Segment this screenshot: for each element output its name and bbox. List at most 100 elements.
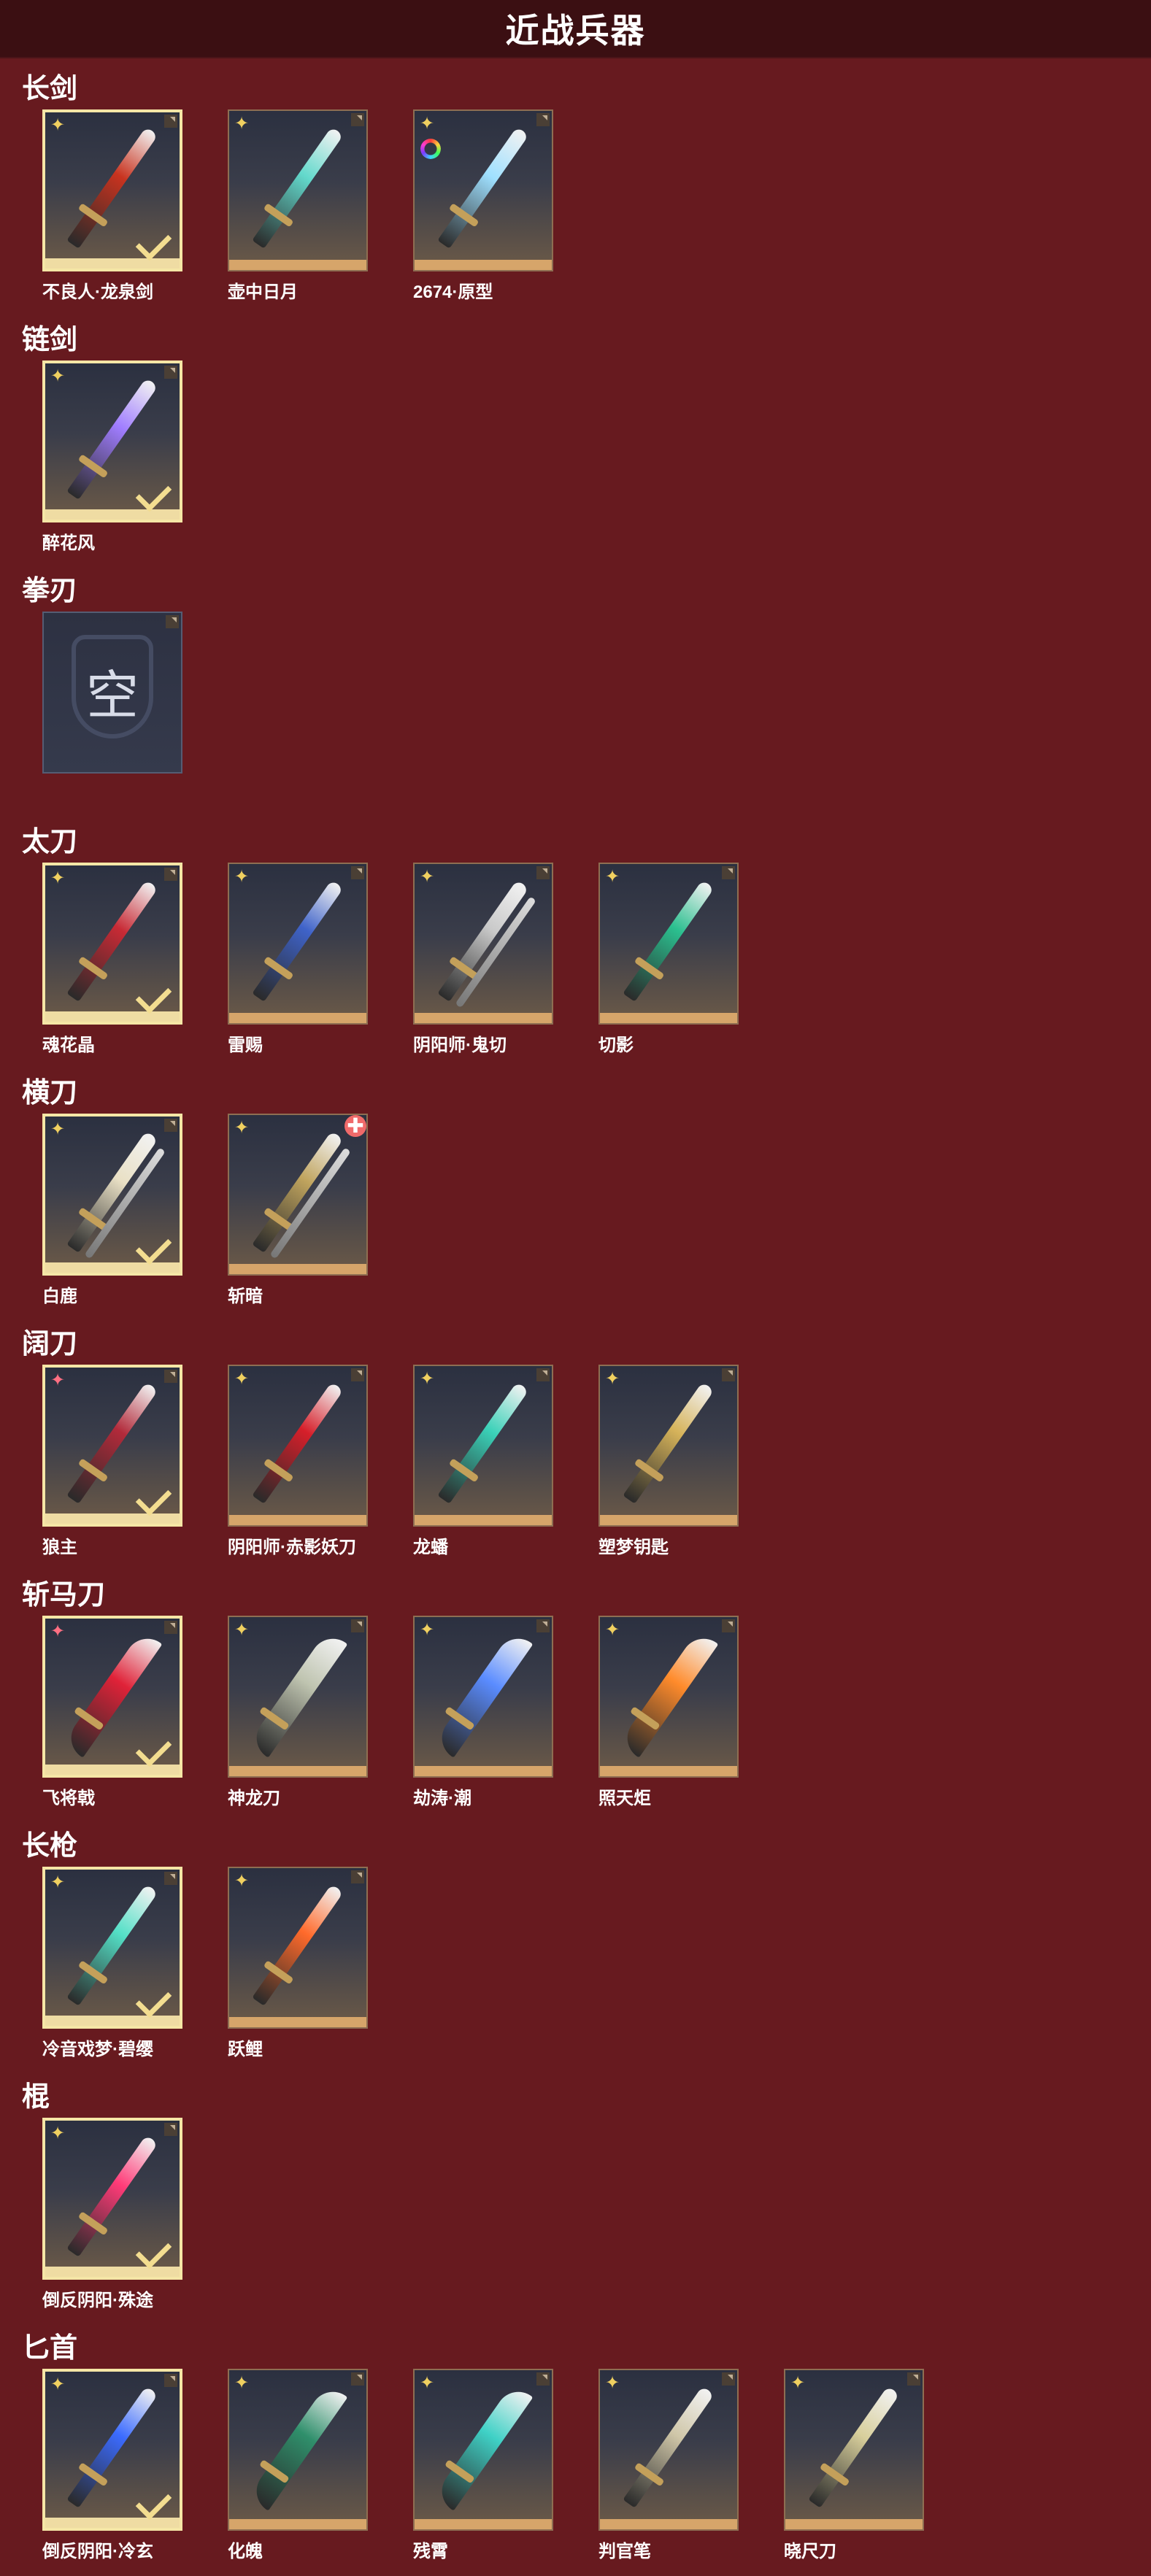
weapon-card[interactable]: ✦	[413, 863, 553, 1025]
weapon-name: 飞将戟	[42, 1789, 95, 1808]
star-badge-icon: ✦	[234, 1118, 250, 1138]
weapon-item[interactable]: ✦ 劫涛·潮	[413, 1616, 553, 1809]
weapon-card[interactable]: ✦	[413, 2369, 553, 2531]
weapon-category-section: 斩马刀 ✦ 飞将戟 ✦ 神龙刀 ✦ 劫涛·潮 ✦ 照天炬	[0, 1572, 1151, 1823]
weapon-name: 倒反阴阳·冷玄	[42, 2542, 153, 2561]
weapon-item[interactable]: ✦ 倒反阴阳·殊途	[42, 2118, 182, 2311]
weapon-item[interactable]: ✦ 晓尺刀	[784, 2369, 924, 2562]
weapon-image	[437, 879, 529, 1002]
weapon-card[interactable]: ✦	[784, 2369, 924, 2531]
weapon-item[interactable]: ✦ 醉花风	[42, 360, 182, 554]
weapon-item[interactable]: ✦ 照天炬	[598, 1616, 739, 1809]
weapon-item[interactable]: ✦ 魂花晶	[42, 863, 182, 1056]
corner-tab-icon	[536, 866, 550, 879]
weapon-item[interactable]: ✦ 飞将戟	[42, 1616, 182, 1809]
weapon-card[interactable]: ✦	[228, 1616, 368, 1778]
weapon-image	[618, 1630, 719, 1758]
weapon-image	[252, 1381, 344, 1504]
category-header: 棍	[22, 2082, 50, 2113]
weapon-item[interactable]: ✦ 残霄	[413, 2369, 553, 2562]
weapon-image	[66, 377, 158, 500]
weapon-card[interactable]: ✦	[42, 863, 182, 1025]
weapon-card[interactable]: ✦	[598, 863, 739, 1025]
weapon-image	[247, 2383, 348, 2511]
corner-tab-icon	[164, 2374, 177, 2387]
category-header: 长剑	[22, 74, 78, 104]
weapon-card[interactable]: ✦	[42, 1114, 182, 1276]
weapon-item[interactable]: ✦ 判官笔	[598, 2369, 739, 2562]
empty-slot[interactable]: 空	[42, 612, 182, 779]
weapon-name: 化魄	[228, 2542, 263, 2561]
category-header: 太刀	[22, 827, 78, 857]
weapon-item[interactable]: ✦ 2674·原型	[413, 109, 553, 303]
weapon-card[interactable]: ✦	[228, 1365, 368, 1527]
weapon-card[interactable]: ✦	[413, 1616, 553, 1778]
star-badge-icon: ✦	[50, 115, 66, 135]
weapon-item[interactable]: ✦ 倒反阴阳·冷玄	[42, 2369, 182, 2562]
weapon-card[interactable]: ✦	[413, 109, 553, 271]
weapon-card[interactable]: ✦	[598, 1616, 739, 1778]
weapon-image	[437, 126, 529, 249]
weapon-card[interactable]: ✦	[42, 2118, 182, 2280]
weapon-name: 残霄	[413, 2542, 448, 2561]
weapon-item[interactable]: ✦ 阴阳师·鬼切	[413, 863, 553, 1056]
weapon-image	[247, 1630, 348, 1758]
weapon-category-section: 阔刀 ✦ 狼主 ✦ 阴阳师·赤影妖刀 ✦ 龙蟠 ✦ 塑梦钥匙	[0, 1321, 1151, 1572]
weapon-image	[252, 879, 344, 1002]
weapon-category-section: 链剑 ✦ 醉花风	[0, 317, 1151, 568]
star-badge-icon: ✦	[234, 1871, 250, 1891]
weapon-item[interactable]: ✦ 跃鲤	[228, 1867, 368, 2060]
weapon-card[interactable]: ✦	[42, 1867, 182, 2029]
weapon-card[interactable]: ✦	[413, 1365, 553, 1527]
star-badge-icon: ✦	[420, 114, 435, 134]
corner-tab-icon	[351, 2372, 364, 2386]
weapon-card[interactable]: ✦	[42, 360, 182, 522]
weapon-item[interactable]: ✦ 壶中日月	[228, 109, 368, 303]
corner-tab-icon	[351, 1619, 364, 1632]
weapon-card[interactable]: ✦	[42, 1365, 182, 1527]
equipped-check-icon	[135, 977, 172, 1014]
corner-tab-icon	[164, 1370, 177, 1383]
weapon-card[interactable]: ✦	[228, 863, 368, 1025]
weapon-card[interactable]: ✦	[42, 109, 182, 271]
category-header: 横刀	[22, 1078, 78, 1108]
weapon-name: 阴阳师·鬼切	[413, 1036, 507, 1055]
weapon-image	[66, 879, 158, 1002]
category-header: 阔刀	[22, 1329, 78, 1360]
weapon-image	[623, 879, 715, 1002]
weapon-grid: ✦ 倒反阴阳·殊途	[42, 2118, 182, 2311]
weapon-item[interactable]: ✦ 狼主	[42, 1365, 182, 1558]
weapon-card[interactable]: ✦	[598, 2369, 739, 2531]
weapon-item[interactable]: ✦ 白鹿	[42, 1114, 182, 1307]
weapon-card[interactable]: ✦ ✚	[228, 1114, 368, 1276]
weapon-grid: ✦ 飞将戟 ✦ 神龙刀 ✦ 劫涛·潮 ✦ 照天炬	[42, 1616, 739, 1809]
weapon-item[interactable]: ✦ 不良人·龙泉剑	[42, 109, 182, 303]
weapon-card[interactable]: ✦	[42, 2369, 182, 2531]
weapon-item[interactable]: ✦ 化魄	[228, 2369, 368, 2562]
weapon-item[interactable]: ✦ 切影	[598, 863, 739, 1056]
weapon-item[interactable]: ✦ 阴阳师·赤影妖刀	[228, 1365, 368, 1558]
weapon-card[interactable]: ✦	[42, 1616, 182, 1778]
weapon-item[interactable]: ✦ 塑梦钥匙	[598, 1365, 739, 1558]
category-header: 斩马刀	[22, 1580, 106, 1611]
weapon-card[interactable]: 空	[42, 612, 182, 774]
corner-tab-icon	[722, 1368, 735, 1381]
weapon-item[interactable]: ✦ 雷赐	[228, 863, 368, 1056]
corner-tab-icon	[164, 1872, 177, 1885]
weapon-image	[66, 1130, 158, 1253]
weapon-item[interactable]: ✦ 龙蟠	[413, 1365, 553, 1558]
weapon-image	[433, 1630, 534, 1758]
corner-tab-icon	[164, 1621, 177, 1634]
corner-tab-icon	[536, 1368, 550, 1381]
weapon-item[interactable]: ✦ ✚ 斩暗	[228, 1114, 368, 1307]
weapon-card[interactable]: ✦	[228, 1867, 368, 2029]
weapon-name: 冷音戏梦·碧缨	[42, 2040, 153, 2059]
weapon-item[interactable]: ✦ 冷音戏梦·碧缨	[42, 1867, 182, 2060]
weapon-card[interactable]: ✦	[228, 2369, 368, 2531]
weapon-item[interactable]: ✦ 神龙刀	[228, 1616, 368, 1809]
corner-tab-icon	[722, 1619, 735, 1632]
corner-tab-icon	[536, 113, 550, 126]
weapon-card[interactable]: ✦	[228, 109, 368, 271]
weapon-card[interactable]: ✦	[598, 1365, 739, 1527]
star-badge-icon: ✦	[50, 2375, 66, 2394]
